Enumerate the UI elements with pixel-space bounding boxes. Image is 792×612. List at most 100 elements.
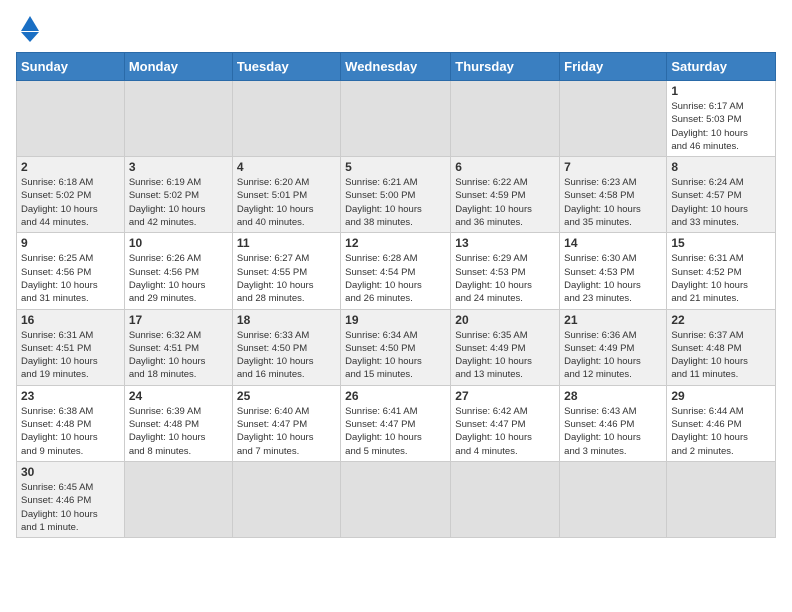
- day-number: 2: [21, 160, 120, 174]
- day-info: Sunrise: 6:35 AM Sunset: 4:49 PM Dayligh…: [455, 329, 555, 382]
- day-info: Sunrise: 6:30 AM Sunset: 4:53 PM Dayligh…: [564, 252, 662, 305]
- day-info: Sunrise: 6:36 AM Sunset: 4:49 PM Dayligh…: [564, 329, 662, 382]
- calendar-cell: [451, 81, 560, 157]
- calendar-cell: 17Sunrise: 6:32 AM Sunset: 4:51 PM Dayli…: [124, 309, 232, 385]
- header-monday: Monday: [124, 53, 232, 81]
- calendar-cell: [560, 461, 667, 537]
- logo-area: [16, 16, 44, 42]
- day-info: Sunrise: 6:23 AM Sunset: 4:58 PM Dayligh…: [564, 176, 662, 229]
- calendar-cell: 23 Sunrise: 6:38 AM Sunset: 4:48 PM Dayli…: [17, 385, 125, 461]
- calendar-cell: 19Sunrise: 6:34 AM Sunset: 4:50 PM Dayli…: [341, 309, 451, 385]
- day-info: Sunrise: 6:37 AM Sunset: 4:48 PM Dayligh…: [671, 329, 771, 382]
- day-info: Sunrise: 6:28 AM Sunset: 4:54 PM Dayligh…: [345, 252, 446, 305]
- calendar-cell: 30Sunrise: 6:45 AM Sunset: 4:46 PM Dayli…: [17, 461, 125, 537]
- day-number: 17: [129, 313, 228, 327]
- calendar: SundayMondayTuesdayWednesdayThursdayFrid…: [16, 52, 776, 538]
- day-number: 8: [671, 160, 771, 174]
- calendar-cell: 18Sunrise: 6:33 AM Sunset: 4:50 PM Dayli…: [232, 309, 340, 385]
- calendar-header-row: SundayMondayTuesdayWednesdayThursdayFrid…: [17, 53, 776, 81]
- calendar-cell: 8 Sunrise: 6:24 AM Sunset: 4:57 PM Daylig…: [667, 157, 776, 233]
- day-info: Sunrise: 6:17 AM Sunset: 5:03 PM Dayligh…: [671, 100, 771, 153]
- calendar-cell: 1 Sunrise: 6:17 AM Sunset: 5:03 PM Daylig…: [667, 81, 776, 157]
- calendar-cell: [341, 81, 451, 157]
- calendar-cell: 24 Sunrise: 6:39 AM Sunset: 4:48 PM Dayli…: [124, 385, 232, 461]
- day-number: 29: [671, 389, 771, 403]
- calendar-cell: [124, 81, 232, 157]
- day-number: 20: [455, 313, 555, 327]
- calendar-cell: [451, 461, 560, 537]
- calendar-cell: 9 Sunrise: 6:25 AM Sunset: 4:56 PM Daylig…: [17, 233, 125, 309]
- calendar-cell: 4Sunrise: 6:20 AM Sunset: 5:01 PM Daylig…: [232, 157, 340, 233]
- day-number: 7: [564, 160, 662, 174]
- calendar-cell: 14 Sunrise: 6:30 AM Sunset: 4:53 PM Dayli…: [560, 233, 667, 309]
- calendar-cell: 2 Sunrise: 6:18 AM Sunset: 5:02 PM Daylig…: [17, 157, 125, 233]
- day-info: Sunrise: 6:39 AM Sunset: 4:48 PM Dayligh…: [129, 405, 228, 458]
- calendar-cell: [341, 461, 451, 537]
- calendar-cell: [667, 461, 776, 537]
- day-info: Sunrise: 6:42 AM Sunset: 4:47 PM Dayligh…: [455, 405, 555, 458]
- day-info: Sunrise: 6:27 AM Sunset: 4:55 PM Dayligh…: [237, 252, 336, 305]
- calendar-cell: [124, 461, 232, 537]
- header-wednesday: Wednesday: [341, 53, 451, 81]
- calendar-week-3: 9 Sunrise: 6:25 AM Sunset: 4:56 PM Daylig…: [17, 233, 776, 309]
- calendar-cell: 21 Sunrise: 6:36 AM Sunset: 4:49 PM Dayli…: [560, 309, 667, 385]
- calendar-cell: [17, 81, 125, 157]
- day-number: 1: [671, 84, 771, 98]
- day-number: 23: [21, 389, 120, 403]
- calendar-cell: 29Sunrise: 6:44 AM Sunset: 4:46 PM Dayli…: [667, 385, 776, 461]
- day-number: 11: [237, 236, 336, 250]
- logo: [16, 16, 44, 42]
- day-number: 27: [455, 389, 555, 403]
- calendar-cell: 12 Sunrise: 6:28 AM Sunset: 4:54 PM Dayli…: [341, 233, 451, 309]
- day-info: Sunrise: 6:43 AM Sunset: 4:46 PM Dayligh…: [564, 405, 662, 458]
- calendar-cell: 20 Sunrise: 6:35 AM Sunset: 4:49 PM Dayli…: [451, 309, 560, 385]
- calendar-cell: 26Sunrise: 6:41 AM Sunset: 4:47 PM Dayli…: [341, 385, 451, 461]
- day-info: Sunrise: 6:31 AM Sunset: 4:51 PM Dayligh…: [21, 329, 120, 382]
- day-info: Sunrise: 6:19 AM Sunset: 5:02 PM Dayligh…: [129, 176, 228, 229]
- day-number: 21: [564, 313, 662, 327]
- calendar-week-6: 30Sunrise: 6:45 AM Sunset: 4:46 PM Dayli…: [17, 461, 776, 537]
- day-info: Sunrise: 6:38 AM Sunset: 4:48 PM Dayligh…: [21, 405, 120, 458]
- calendar-week-1: 1 Sunrise: 6:17 AM Sunset: 5:03 PM Daylig…: [17, 81, 776, 157]
- day-number: 28: [564, 389, 662, 403]
- day-info: Sunrise: 6:21 AM Sunset: 5:00 PM Dayligh…: [345, 176, 446, 229]
- header-tuesday: Tuesday: [232, 53, 340, 81]
- day-number: 12: [345, 236, 446, 250]
- calendar-cell: [232, 81, 340, 157]
- calendar-cell: 6Sunrise: 6:22 AM Sunset: 4:59 PM Daylig…: [451, 157, 560, 233]
- day-number: 19: [345, 313, 446, 327]
- calendar-cell: 7 Sunrise: 6:23 AM Sunset: 4:58 PM Daylig…: [560, 157, 667, 233]
- calendar-cell: 27 Sunrise: 6:42 AM Sunset: 4:47 PM Dayli…: [451, 385, 560, 461]
- day-number: 18: [237, 313, 336, 327]
- calendar-cell: 13Sunrise: 6:29 AM Sunset: 4:53 PM Dayli…: [451, 233, 560, 309]
- calendar-cell: 11 Sunrise: 6:27 AM Sunset: 4:55 PM Dayli…: [232, 233, 340, 309]
- day-number: 26: [345, 389, 446, 403]
- day-number: 14: [564, 236, 662, 250]
- day-number: 4: [237, 160, 336, 174]
- calendar-week-4: 16 Sunrise: 6:31 AM Sunset: 4:51 PM Dayli…: [17, 309, 776, 385]
- header-saturday: Saturday: [667, 53, 776, 81]
- calendar-cell: 15Sunrise: 6:31 AM Sunset: 4:52 PM Dayli…: [667, 233, 776, 309]
- header-sunday: Sunday: [17, 53, 125, 81]
- day-number: 16: [21, 313, 120, 327]
- day-info: Sunrise: 6:25 AM Sunset: 4:56 PM Dayligh…: [21, 252, 120, 305]
- day-number: 6: [455, 160, 555, 174]
- day-info: Sunrise: 6:24 AM Sunset: 4:57 PM Dayligh…: [671, 176, 771, 229]
- calendar-cell: 22 Sunrise: 6:37 AM Sunset: 4:48 PM Dayli…: [667, 309, 776, 385]
- day-info: Sunrise: 6:18 AM Sunset: 5:02 PM Dayligh…: [21, 176, 120, 229]
- calendar-cell: 3 Sunrise: 6:19 AM Sunset: 5:02 PM Daylig…: [124, 157, 232, 233]
- day-number: 22: [671, 313, 771, 327]
- calendar-cell: 5Sunrise: 6:21 AM Sunset: 5:00 PM Daylig…: [341, 157, 451, 233]
- calendar-cell: [560, 81, 667, 157]
- header-thursday: Thursday: [451, 53, 560, 81]
- day-number: 3: [129, 160, 228, 174]
- calendar-week-5: 23 Sunrise: 6:38 AM Sunset: 4:48 PM Dayli…: [17, 385, 776, 461]
- day-info: Sunrise: 6:45 AM Sunset: 4:46 PM Dayligh…: [21, 481, 120, 534]
- day-number: 24: [129, 389, 228, 403]
- logo-triangle-top: [21, 16, 39, 31]
- calendar-cell: 10Sunrise: 6:26 AM Sunset: 4:56 PM Dayli…: [124, 233, 232, 309]
- calendar-cell: 25Sunrise: 6:40 AM Sunset: 4:47 PM Dayli…: [232, 385, 340, 461]
- day-number: 9: [21, 236, 120, 250]
- day-info: Sunrise: 6:26 AM Sunset: 4:56 PM Dayligh…: [129, 252, 228, 305]
- day-number: 13: [455, 236, 555, 250]
